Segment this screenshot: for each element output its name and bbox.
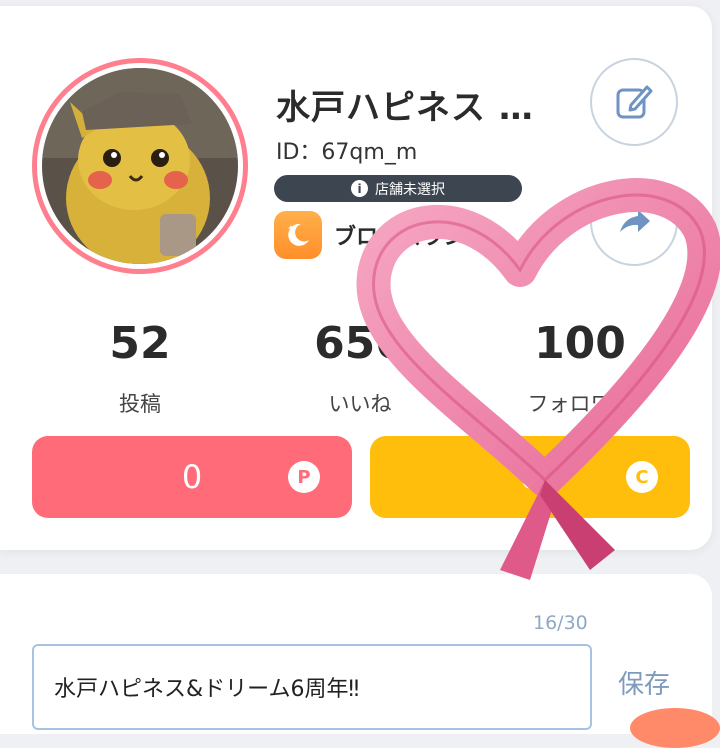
share-icon xyxy=(620,210,650,232)
info-icon: i xyxy=(351,180,368,197)
save-button[interactable]: 保存 xyxy=(618,664,670,701)
store-status-label: 店舗未選択 xyxy=(375,181,445,198)
c-icon: C xyxy=(626,461,658,493)
followers-label[interactable]: フォロワー xyxy=(480,388,680,418)
point-c-value: 0 xyxy=(519,458,541,496)
point-bar-p[interactable]: 0 P xyxy=(32,436,352,518)
edit-profile-button[interactable] xyxy=(590,58,678,146)
user-id: ID：67qm_m xyxy=(276,140,418,165)
avatar-image xyxy=(42,68,238,264)
posts-count: 52 xyxy=(109,318,171,369)
username: 水戸ハピネス … xyxy=(276,88,534,128)
decorative-blob xyxy=(630,708,720,748)
likes-label[interactable]: いいね xyxy=(260,388,460,418)
share-button[interactable] xyxy=(590,178,678,266)
edit-icon xyxy=(616,85,653,119)
likes-count: 656 xyxy=(314,318,406,369)
char-counter: 16/30 xyxy=(533,612,588,634)
rank-label: ブロンズランク xyxy=(334,225,488,250)
point-p-value: 0 xyxy=(181,458,203,496)
point-bar-c[interactable]: 0 C xyxy=(370,436,690,518)
p-icon: P xyxy=(288,461,320,493)
avatar[interactable] xyxy=(32,58,248,274)
followers-count: 100 xyxy=(534,318,626,369)
bio-input[interactable] xyxy=(32,644,592,730)
store-status-badge[interactable]: i 店舗未選択 xyxy=(274,175,522,202)
posts-label[interactable]: 投稿 xyxy=(40,388,240,418)
moon-icon xyxy=(274,211,322,259)
